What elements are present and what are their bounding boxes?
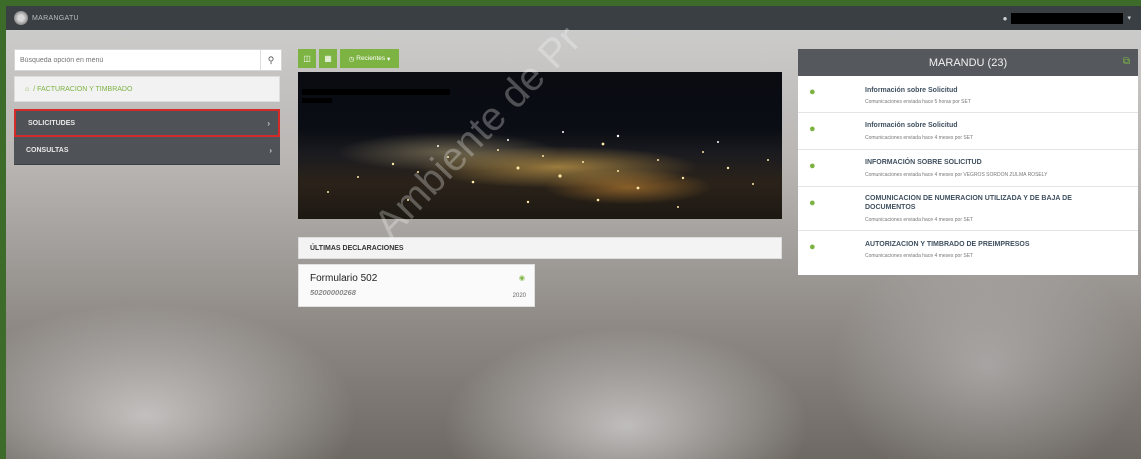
redacted-text xyxy=(302,89,450,95)
user-menu[interactable]: ● ▾ xyxy=(1002,12,1131,24)
brand[interactable]: MARANGATU xyxy=(14,11,79,25)
chevron-right-icon: › xyxy=(267,118,270,128)
breadcrumb-label: / FACTURACION Y TIMBRADO xyxy=(33,85,133,93)
notification-title: Información sobre Solicitud xyxy=(865,122,958,129)
home-icon: ⌂ xyxy=(25,85,30,93)
city-banner-image xyxy=(298,72,782,219)
file-icon[interactable]: ◫ xyxy=(298,49,316,68)
form-number: 50200000268 xyxy=(310,288,356,297)
notification-subtitle: Comunicaciones enviada hace 4 meses por … xyxy=(865,172,1048,178)
chat-icon: ● xyxy=(809,86,816,98)
calculator-icon[interactable]: ▦ xyxy=(319,49,337,68)
notification-title: AUTORIZACION Y TIMBRADO DE PREIMPRESOS xyxy=(865,241,1030,248)
chat-icon: ● xyxy=(809,160,816,172)
notifications-title: MARANDU (23) xyxy=(928,56,1008,69)
toolbar: ◫ ▦ ◷ Recientes ▾ xyxy=(298,49,399,68)
user-name-redacted xyxy=(1011,12,1124,24)
sidebar-item-consultas[interactable]: CONSULTAS › xyxy=(14,137,280,165)
breadcrumb[interactable]: ⌂ / FACTURACION Y TIMBRADO xyxy=(14,76,280,102)
clock-icon: ◷ xyxy=(348,55,357,63)
chat-icon: ● xyxy=(809,241,816,253)
notification-subtitle: Comunicaciones enviada hace 4 meses por … xyxy=(865,217,974,223)
chat-icon: ● xyxy=(809,123,816,135)
recientes-label: Recientes xyxy=(356,55,386,62)
notification-subtitle: Comunicaciones enviada hace 4 meses por … xyxy=(865,253,974,259)
redacted-text xyxy=(302,98,332,103)
menu-search: ⚲ xyxy=(14,49,282,71)
logo-icon xyxy=(14,11,28,25)
declaration-card[interactable]: Formulario 502 50200000268 ◉ 2020 xyxy=(298,264,535,307)
user-icon: ● xyxy=(1002,13,1008,23)
notification-item[interactable]: ● COMUNICACION DE NUMERACION UTILIZADA Y… xyxy=(798,187,1138,231)
recientes-button[interactable]: ◷ Recientes ▾ xyxy=(340,49,399,68)
notification-item[interactable]: ● AUTORIZACION Y TIMBRADO DE PREIMPRESOS… xyxy=(798,231,1138,265)
app-frame: MARANGATU ● ▾ ⚲ ⌂ / FACTURACION Y TIMBRA… xyxy=(6,6,1141,459)
sidebar-item-label: SOLICITUDES xyxy=(28,119,76,127)
notification-title: COMUNICACION DE NUMERACION UTILIZADA Y D… xyxy=(865,195,1072,211)
sidebar-menu: SOLICITUDES › CONSULTAS › xyxy=(14,109,280,165)
chevron-down-icon: ▾ xyxy=(385,55,391,63)
notification-item[interactable]: ● Información sobre Solicitud Comunicaci… xyxy=(798,113,1138,150)
eye-icon[interactable]: ◉ xyxy=(519,274,525,282)
brand-name: MARANGATU xyxy=(32,14,79,22)
search-input[interactable] xyxy=(15,50,260,70)
notifications-panel: MARANDU (23) ⧉ ● Información sobre Solic… xyxy=(798,49,1138,275)
form-title: Formulario 502 xyxy=(310,273,378,284)
top-navbar: MARANGATU ● ▾ xyxy=(6,6,1141,30)
declarations-heading: ÚLTIMAS DECLARACIONES xyxy=(298,237,782,259)
notification-title: INFORMACIÓN SOBRE SOLICITUD xyxy=(865,159,982,166)
notifications-header: MARANDU (23) ⧉ xyxy=(798,49,1138,76)
chat-icon: ● xyxy=(809,197,816,209)
form-year: 2020 xyxy=(512,293,526,299)
notification-item[interactable]: ● Información sobre Solicitud Comunicaci… xyxy=(798,76,1138,113)
notification-title: Información sobre Solicitud xyxy=(865,87,958,94)
chevron-down-icon: ▾ xyxy=(1127,15,1131,22)
sidebar-item-solicitudes[interactable]: SOLICITUDES › xyxy=(14,109,280,137)
search-icon[interactable]: ⚲ xyxy=(260,50,281,70)
external-link-icon[interactable]: ⧉ xyxy=(1123,56,1130,67)
notification-item[interactable]: ● INFORMACIÓN SOBRE SOLICITUD Comunicaci… xyxy=(798,150,1138,187)
notification-subtitle: Comunicaciones enviada hace 4 meses por … xyxy=(865,135,974,141)
chevron-right-icon: › xyxy=(269,146,272,155)
sidebar-item-label: CONSULTAS xyxy=(26,147,69,154)
notification-subtitle: Comunicaciones enviada hace 5 horas por … xyxy=(865,99,971,105)
